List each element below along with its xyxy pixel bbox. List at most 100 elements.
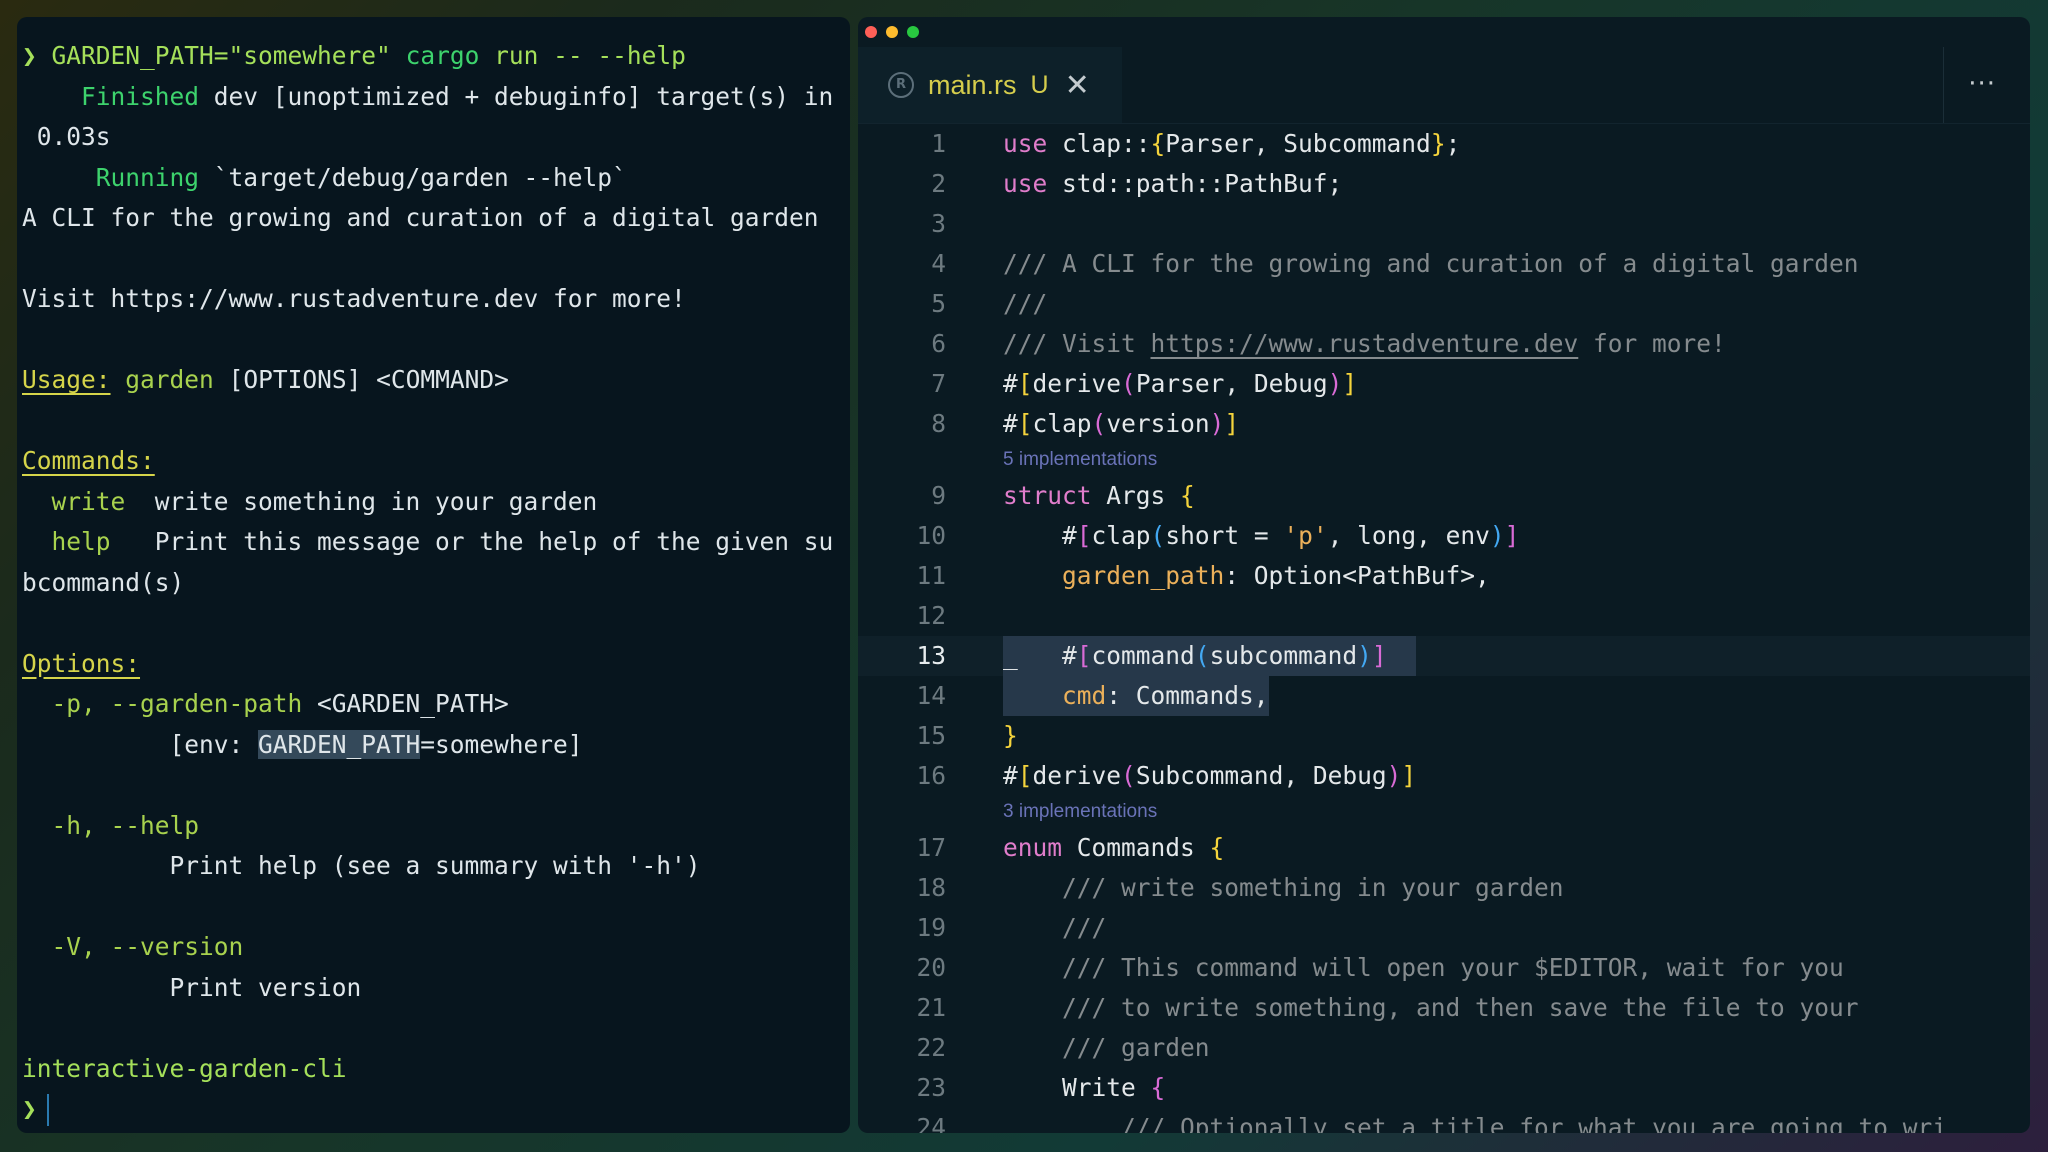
- code-line: 19 ///: [858, 908, 2030, 948]
- code-line: 14 cmd: Commands,: [858, 676, 2030, 716]
- usage-args: [OPTIONS] <COMMAND>: [228, 365, 509, 394]
- code-line: 10 #[clap(short = 'p', long, env)]: [858, 516, 2030, 556]
- line-number: 10: [916, 521, 946, 550]
- code-line: 24 /// Optionally set a title for what y…: [858, 1108, 2030, 1133]
- line-number: 4: [931, 249, 946, 278]
- finished-time: 0.03s: [36, 122, 111, 151]
- line-number: 13: [916, 641, 946, 670]
- code-line: 6 /// Visit https://www.rustadventure.dev…: [858, 324, 2030, 364]
- rust-file-icon: R: [888, 72, 914, 98]
- code-line: 11 garden_path: Option<PathBuf>,: [858, 556, 2030, 596]
- line-number: 16: [916, 761, 946, 790]
- code-text: /// to write something, and then save th…: [1003, 993, 1859, 1022]
- doc-link[interactable]: https://www.rustadventure.dev: [1151, 329, 1579, 358]
- code-line: 16 #[derive(Subcommand, Debug)]: [858, 756, 2030, 796]
- close-tab-icon[interactable]: ✕: [1065, 68, 1090, 103]
- code-line: 18 /// write something in your garden: [858, 868, 2030, 908]
- line-number: 6: [931, 329, 946, 358]
- code-line: 22 /// garden: [858, 1028, 2030, 1068]
- code-text: /// This command will open your $EDITOR,…: [1003, 953, 1844, 982]
- line-number: 20: [916, 953, 946, 982]
- code-text: Write {: [1003, 1073, 1166, 1102]
- code-text: /// garden: [1003, 1033, 1210, 1062]
- more-actions-icon[interactable]: ···: [1968, 69, 1996, 99]
- line-number: 18: [916, 873, 946, 902]
- command-help-name: help: [51, 527, 111, 556]
- code-text: /// write something in your garden: [1003, 873, 1564, 902]
- code-text: ///: [1003, 289, 1048, 318]
- option-p-env-rest: =somewhere]: [420, 729, 583, 759]
- finished-label: Finished: [81, 81, 200, 111]
- code-line: 4 /// A CLI for the growing and curation …: [858, 244, 2030, 284]
- code-area[interactable]: 1 use clap::{Parser, Subcommand}; 2 use st…: [858, 124, 2030, 1133]
- code-line: 15}: [858, 716, 2030, 756]
- code-text: /// A CLI for the growing and curation o…: [1003, 249, 1859, 278]
- selected-code[interactable]: _ #[command(subcommand)]: [1003, 636, 1417, 676]
- codelens-implementations[interactable]: 5 implementations: [858, 444, 2030, 476]
- selected-env-name[interactable]: GARDEN_PATH: [258, 729, 421, 759]
- line-number: 3: [931, 209, 946, 238]
- code-line: 17 enum Commands {: [858, 828, 2030, 868]
- command-write-line: write write something in your garden: [22, 482, 850, 523]
- usage-line: Usage: garden [OPTIONS] <COMMAND>: [22, 360, 850, 401]
- code-text: enum Commands {: [1003, 833, 1225, 862]
- code-text: #[derive(Parser, Debug)]: [1003, 369, 1358, 398]
- tab-title: main.rs: [928, 69, 1017, 100]
- commands-header-line: Commands:: [22, 441, 850, 482]
- line-number: 8: [931, 409, 946, 438]
- codelens-implementations[interactable]: 3 implementations: [858, 796, 2030, 828]
- line-number: 11: [916, 561, 946, 590]
- line-number: 5: [931, 289, 946, 318]
- line-number: 15: [916, 721, 946, 750]
- finished-time-line: 0.03s: [22, 117, 850, 158]
- terminal-output: ❯ GARDEN_PATH="somewhere" cargo run -- -…: [22, 36, 850, 1130]
- line-number: 1: [931, 129, 946, 158]
- command-help-desc: Print this message or the help of the gi…: [154, 527, 834, 556]
- terminal-cursor: [46, 1094, 49, 1126]
- usage-label: Usage:: [22, 365, 111, 394]
- line-number: 21: [916, 993, 946, 1022]
- code-line: 2 use std::path::PathBuf;: [858, 164, 2030, 204]
- tab-main-rs[interactable]: R main.rs U ✕: [858, 47, 1122, 123]
- prompt-symbol: ❯: [22, 1094, 37, 1123]
- line-number: 14: [916, 681, 946, 710]
- line-number: 22: [916, 1033, 946, 1062]
- code-text: use clap::{Parser, Subcommand};: [1003, 129, 1461, 158]
- code-line-active: 13 _ #[command(subcommand)]: [858, 636, 2030, 676]
- command-help-line: help Print this message or the help of t…: [22, 522, 850, 563]
- line-number: 19: [916, 913, 946, 942]
- option-p-env-line: [env: GARDEN_PATH=somewhere]: [22, 725, 850, 766]
- line-number: 12: [916, 601, 946, 630]
- git-status-badge: U: [1030, 70, 1049, 99]
- line-number: 17: [916, 833, 946, 862]
- code-text: /// Optionally set a title for what you …: [1003, 1113, 1948, 1133]
- selected-code[interactable]: cmd: Commands,: [1003, 676, 1269, 716]
- command-write-desc: write something in your garden: [154, 486, 598, 516]
- code-line: 12: [858, 596, 2030, 636]
- code-line: 23 Write {: [858, 1068, 2030, 1108]
- terminal-prompt-line[interactable]: ❯: [22, 1089, 850, 1130]
- cargo-args: run -- --help: [494, 41, 686, 70]
- terminal-panel[interactable]: ❯ GARDEN_PATH="somewhere" cargo run -- -…: [17, 17, 850, 1133]
- code-line: 7 #[derive(Parser, Debug)]: [858, 364, 2030, 404]
- code-line: 3: [858, 204, 2030, 244]
- finished-line: Finished dev [unoptimized + debuginfo] t…: [22, 77, 850, 118]
- code-line: 20 /// This command will open your $EDIT…: [858, 948, 2030, 988]
- option-h-line: -h, --help: [22, 806, 850, 847]
- code-text: ///: [1003, 913, 1107, 942]
- options-header: Options:: [22, 648, 141, 678]
- option-h-flag: -h, --help: [51, 810, 200, 840]
- code-text: #[clap(short = 'p', long, env)]: [1003, 521, 1520, 550]
- visit-text: Visit https://www.rustadventure.dev for …: [22, 284, 686, 313]
- code-editor-window[interactable]: R main.rs U ✕ ··· 1 use clap::{Parser, Su…: [858, 17, 2030, 1133]
- option-h-desc-line: Print help (see a summary with '-h'): [22, 846, 850, 887]
- cargo-command: cargo: [405, 41, 480, 70]
- option-p-value: <GARDEN_PATH>: [317, 689, 509, 718]
- terminal-command-line: ❯ GARDEN_PATH="somewhere" cargo run -- -…: [22, 36, 850, 77]
- usage-bin: garden: [125, 365, 214, 394]
- code-text: use std::path::PathBuf;: [1003, 169, 1343, 198]
- line-number: 2: [931, 169, 946, 198]
